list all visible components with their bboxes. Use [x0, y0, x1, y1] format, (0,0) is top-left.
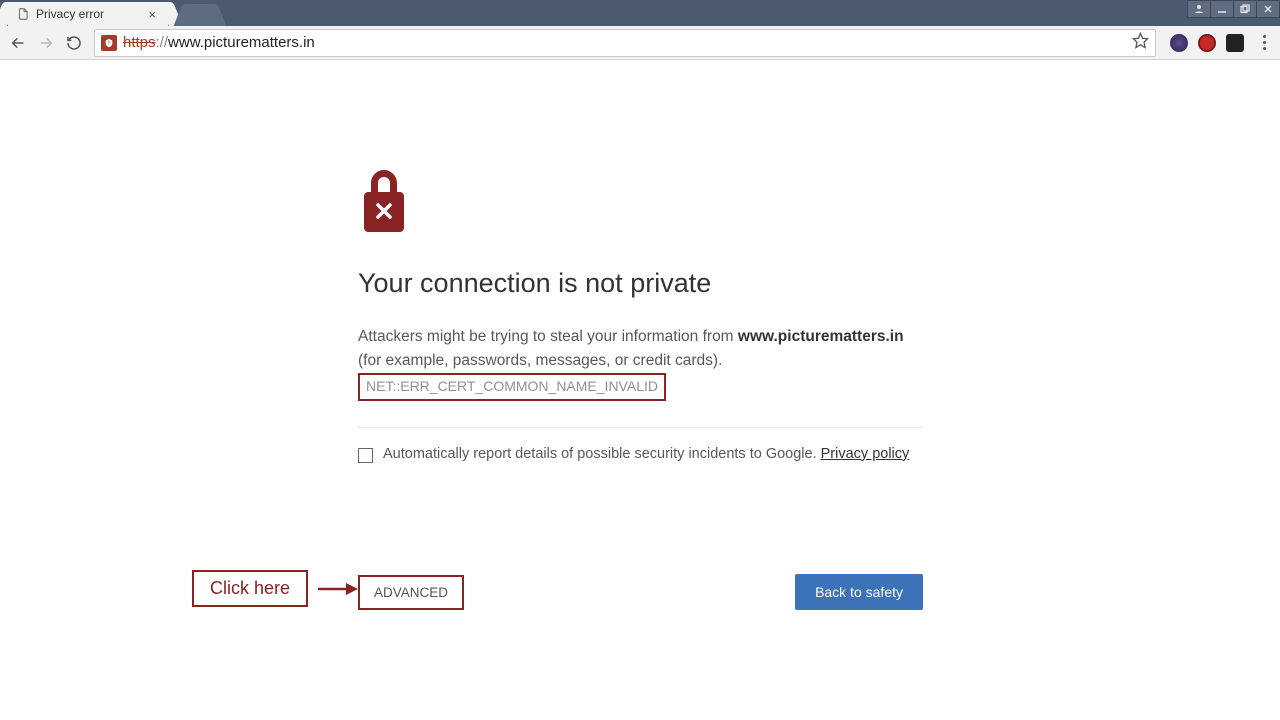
button-row: ADVANCED Back to safety [358, 574, 923, 610]
report-label: Automatically report details of possible… [383, 446, 821, 462]
window-maximize-button[interactable] [1233, 0, 1257, 18]
lock-error-icon [358, 170, 410, 232]
report-row: Automatically report details of possible… [358, 446, 923, 463]
browser-tab[interactable]: Privacy error × [8, 2, 168, 26]
privacy-policy-link[interactable]: Privacy policy [821, 446, 910, 462]
nav-reload-button[interactable] [62, 31, 86, 55]
body-domain: www.picturematters.in [738, 328, 904, 345]
extension-icon-3[interactable] [1226, 34, 1244, 52]
tab-title: Privacy error [36, 7, 146, 21]
body-post: (for example, passwords, messages, or cr… [358, 352, 722, 369]
extension-icon-2[interactable] [1198, 34, 1216, 52]
back-to-safety-button[interactable]: Back to safety [795, 574, 923, 610]
url-separator: :// [156, 34, 169, 51]
url-host: www.picturematters.in [168, 34, 315, 51]
ssl-interstitial: Your connection is not private Attackers… [358, 170, 923, 463]
nav-back-button[interactable] [6, 31, 30, 55]
security-warning-icon[interactable]: ! [101, 35, 117, 51]
nav-forward-button [34, 31, 58, 55]
error-code: NET::ERR_CERT_COMMON_NAME_INVALID [358, 373, 666, 401]
extension-icon-1[interactable] [1170, 34, 1188, 52]
url-scheme: https [123, 34, 156, 51]
divider [358, 427, 923, 428]
window-close-button[interactable] [1256, 0, 1280, 18]
browser-toolbar: ! https://www.picturematters.in [0, 26, 1280, 60]
browser-menu-button[interactable] [1254, 31, 1274, 55]
report-checkbox[interactable] [358, 448, 373, 463]
svg-text:!: ! [108, 40, 110, 46]
extension-icons [1164, 34, 1250, 52]
new-tab-button[interactable] [186, 4, 214, 26]
address-bar[interactable]: ! https://www.picturematters.in [94, 29, 1156, 57]
bookmark-star-icon[interactable] [1132, 32, 1149, 53]
window-minimize-button[interactable] [1210, 0, 1234, 18]
window-controls [1188, 0, 1280, 18]
page-content: Your connection is not private Attackers… [0, 60, 1280, 720]
annotation-overlay: Click here [192, 570, 362, 607]
interstitial-heading: Your connection is not private [358, 268, 923, 299]
interstitial-body: Attackers might be trying to steal your … [358, 325, 923, 401]
url-text: https://www.picturematters.in [123, 34, 1132, 51]
annotation-label: Click here [192, 570, 308, 607]
advanced-button[interactable]: ADVANCED [358, 575, 464, 610]
browser-titlebar: Privacy error × [0, 0, 1280, 26]
page-favicon-icon [16, 7, 30, 21]
body-pre: Attackers might be trying to steal your … [358, 328, 738, 345]
annotation-arrow-icon [318, 579, 358, 599]
tab-close-icon[interactable]: × [146, 7, 158, 22]
incognito-indicator-icon[interactable] [1187, 0, 1211, 18]
